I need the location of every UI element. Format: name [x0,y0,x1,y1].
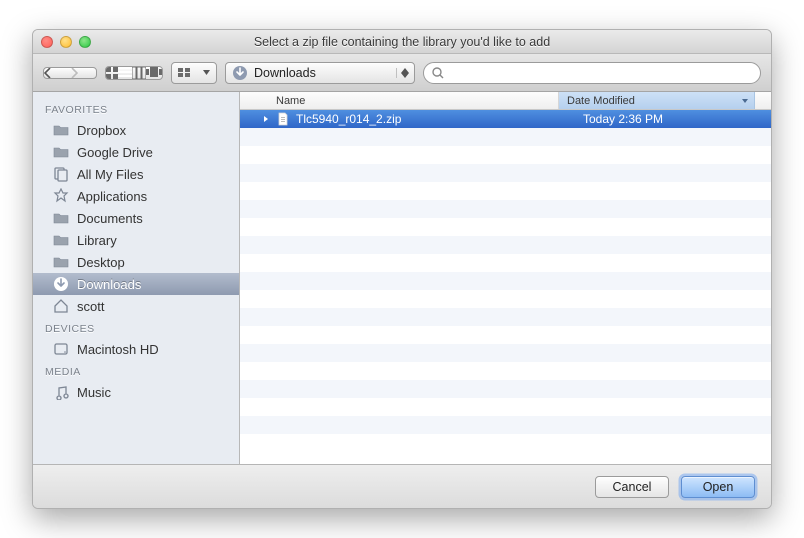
window-title: Select a zip file containing the library… [33,35,771,49]
forward-button[interactable] [70,68,96,78]
zoom-window-button[interactable] [79,36,91,48]
sidebar-item-library[interactable]: Library [33,229,239,251]
sidebar-item-macintosh-hd[interactable]: Macintosh HD [33,338,239,360]
nav-back-forward [43,67,97,79]
view-list-button[interactable] [118,67,132,79]
sidebar-item-all-my-files[interactable]: All My Files [33,163,239,185]
sidebar-section-header: FAVORITES [33,98,239,119]
downloads-icon [53,276,69,292]
empty-row [240,128,771,146]
sidebar-item-label: Dropbox [77,123,126,138]
sidebar-item-label: Applications [77,189,147,204]
search-field[interactable] [423,62,761,84]
empty-row [240,344,771,362]
file-name: Tlc5940_r014_2.zip [296,112,401,126]
empty-row [240,164,771,182]
dialog-body: FAVORITES Dropbox Google Drive All My Files… [33,92,771,464]
file-rows: Tlc5940_r014_2.zip Today 2:36 PM [240,110,771,464]
search-icon [432,67,444,79]
sidebar-item-desktop[interactable]: Desktop [33,251,239,273]
sidebar-item-label: Desktop [77,255,125,270]
column-header-name[interactable]: Name [240,92,559,109]
cancel-button[interactable]: Cancel [595,476,669,498]
empty-row [240,362,771,380]
folder-icon [53,144,69,160]
file-row[interactable]: Tlc5940_r014_2.zip Today 2:36 PM [240,110,771,128]
sidebar-item-dropbox[interactable]: Dropbox [33,119,239,141]
sidebar-item-label: Google Drive [77,145,153,160]
empty-row [240,380,771,398]
sidebar-item-google-drive[interactable]: Google Drive [33,141,239,163]
empty-row [240,254,771,272]
sidebar-item-label: Macintosh HD [77,342,159,357]
apps-icon [53,188,69,204]
sidebar-item-label: All My Files [77,167,143,182]
music-icon [53,384,69,400]
sidebar-item-label: Music [77,385,111,400]
empty-row [240,290,771,308]
hdd-icon [53,341,69,357]
sidebar-item-scott[interactable]: scott [33,295,239,317]
empty-row [240,272,771,290]
dropdown-caret-icon [396,68,410,78]
sidebar-item-label: Library [77,233,117,248]
file-icon [276,112,290,126]
column-header-date-modified[interactable]: Date Modified [559,92,755,109]
close-window-button[interactable] [41,36,53,48]
folder-icon [53,122,69,138]
sidebar-item-label: scott [77,299,104,314]
footer: Cancel Open [33,464,771,508]
arrange-menu-button[interactable] [171,62,217,84]
folder-icon [53,210,69,226]
empty-row [240,146,771,164]
sidebar-item-documents[interactable]: Documents [33,207,239,229]
folder-icon [53,254,69,270]
toolbar: Downloads [33,54,771,92]
open-button[interactable]: Open [681,476,755,498]
empty-row [240,416,771,434]
view-coverflow-button[interactable] [146,67,162,79]
view-icon-button[interactable] [106,67,118,79]
sidebar-section-header: MEDIA [33,360,239,381]
empty-row [240,308,771,326]
location-dropdown[interactable]: Downloads [225,62,415,84]
titlebar: Select a zip file containing the library… [33,30,771,54]
view-columns-button[interactable] [132,67,146,79]
disclosure-triangle-icon[interactable] [264,116,268,122]
view-mode-segment [105,66,163,80]
sidebar-item-music[interactable]: Music [33,381,239,403]
folder-icon [53,232,69,248]
downloads-icon [232,65,248,81]
sidebar: FAVORITES Dropbox Google Drive All My Files… [33,92,240,464]
empty-row [240,200,771,218]
location-label: Downloads [254,66,316,80]
sidebar-section-header: DEVICES [33,317,239,338]
empty-row [240,182,771,200]
empty-row [240,398,771,416]
sidebar-item-applications[interactable]: Applications [33,185,239,207]
column-header-spacer [755,92,771,109]
file-date-modified: Today 2:36 PM [575,112,771,126]
empty-row [240,236,771,254]
column-headers: Name Date Modified [240,92,771,110]
file-area: Name Date Modified Tlc5940_r014_2.zip Tod… [240,92,771,464]
sidebar-item-label: Downloads [77,277,141,292]
minimize-window-button[interactable] [60,36,72,48]
back-button[interactable] [44,68,70,78]
sidebar-item-label: Documents [77,211,143,226]
traffic-lights [41,36,91,48]
open-dialog: Select a zip file containing the library… [32,29,772,509]
empty-row [240,218,771,236]
sidebar-item-downloads[interactable]: Downloads [33,273,239,295]
allfiles-icon [53,166,69,182]
home-icon [53,298,69,314]
search-input[interactable] [450,66,752,80]
empty-row [240,326,771,344]
